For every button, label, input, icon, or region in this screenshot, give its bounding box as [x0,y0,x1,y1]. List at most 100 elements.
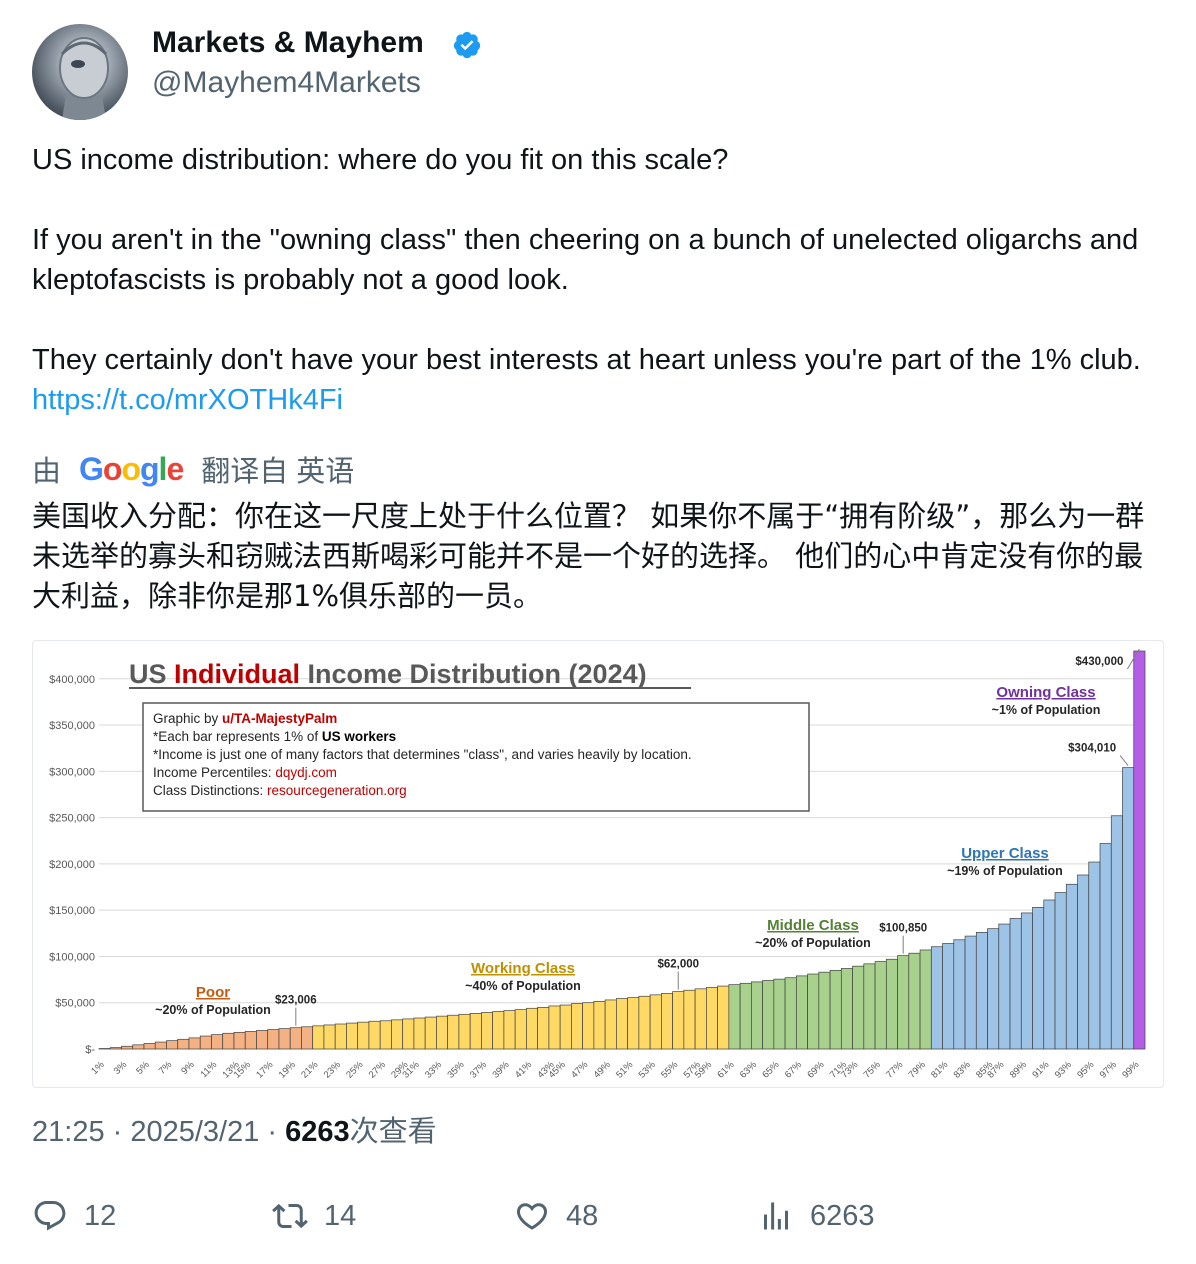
tweet-date[interactable]: 2025/3/21 [130,1116,259,1148]
bar [593,1000,606,1050]
x-tick-label: 21% [299,1059,321,1081]
x-tick-label: 67% [783,1059,805,1081]
info-line: *Each bar represents 1% of US workers [153,729,396,744]
bar [413,1017,426,1050]
info-text: *Income is just one of many factors that… [153,747,692,762]
y-tick-label: $100,000 [49,951,95,963]
bar [211,1034,224,1050]
x-tick-label: 49% [592,1059,614,1081]
retweet-count: 14 [324,1199,357,1232]
bar [998,923,1011,1050]
bar [706,987,718,1050]
bar [829,969,842,1050]
tweet-line-1: US income distribution: where do you fit… [32,144,729,176]
tweet-time[interactable]: 21:25 [32,1116,105,1148]
bar [278,1028,291,1050]
x-tick-label: 81% [929,1059,951,1081]
y-tick-label: $400,000 [49,674,95,686]
bar [233,1031,246,1050]
bar [672,991,685,1050]
bar [368,1020,381,1050]
x-tick-label: 25% [344,1059,366,1081]
class-label: Working Class [471,960,575,977]
bar [458,1013,471,1050]
x-tick-label: 53% [637,1059,659,1081]
info-highlight: US workers [322,729,396,744]
bar [683,989,696,1050]
bar [930,946,943,1050]
bar [514,1009,527,1050]
bar [289,1027,302,1050]
tweet-image[interactable]: $- $50,000 $100,000 $150,000 $200,000 $250,00… [32,640,1164,1088]
y-tick-label: $250,000 [49,813,95,825]
bar [852,965,865,1050]
bar [526,1007,538,1050]
bar [436,1015,449,1050]
tweet-link[interactable]: https://t.co/mrXOTHk4Fi [32,384,343,416]
x-tick-label: 69% [805,1059,827,1081]
bar [661,993,673,1050]
bar [256,1030,269,1050]
bar [199,1035,212,1050]
bar [469,1013,482,1050]
bar [897,955,910,1050]
info-line: Graphic by u/TA-MajestyPalm [153,711,337,726]
x-tick-label: 33% [423,1059,445,1081]
reply-button[interactable]: 12 [32,1196,116,1236]
bar [649,994,662,1050]
retweet-button[interactable]: 14 [272,1196,356,1236]
robot-avatar-icon[interactable] [32,24,128,120]
author-handle[interactable]: @Mayhem4Markets [152,66,421,100]
info-line: Income Percentiles: dqydj.com [153,765,337,780]
bar [177,1038,190,1050]
bar [1009,918,1022,1050]
views-button[interactable]: 6263 [758,1196,875,1236]
bar [807,973,820,1050]
class-label: Upper Class [961,845,1049,862]
x-tick-label: 65% [760,1059,782,1081]
bar [638,995,651,1050]
x-tick-label: 95% [1075,1059,1097,1081]
x-tick-label: 37% [468,1059,490,1081]
bar [840,968,853,1050]
bar [1020,912,1033,1050]
bar [953,939,966,1050]
author-display-name[interactable]: Markets & Mayhem [152,26,424,60]
bar [559,1004,572,1050]
bar [1088,861,1101,1050]
bar [717,985,730,1050]
bar [1065,883,1078,1050]
info-text: Class Distinctions: [153,783,267,798]
like-button[interactable]: 48 [514,1196,598,1236]
bar [987,928,1000,1050]
bar [604,999,617,1050]
bar [447,1014,460,1050]
x-tick-label: 5% [134,1059,152,1077]
meta-separator: · [259,1116,286,1148]
info-text: *Each bar represents 1% of [153,729,322,744]
bar [391,1019,404,1050]
bar [346,1022,359,1050]
bar [301,1026,314,1050]
y-tick-label: $350,000 [49,720,95,732]
x-tick-label: 19% [277,1059,299,1081]
bar [942,943,955,1050]
meta-separator: · [104,1116,131,1148]
class-population-label: ~40% of Population [465,979,581,993]
bar [1077,874,1090,1050]
bar [481,1012,494,1050]
views-count: 6263 [810,1199,875,1232]
info-highlight: resourcegeneration.org [267,783,407,798]
tweet-text: US income distribution: where do you fit… [32,140,1162,420]
x-tick-label: 39% [490,1059,512,1081]
translation-attribution: 由 Google 翻译自 英语 [32,448,354,490]
bar [694,988,707,1050]
x-tick-label: 55% [659,1059,681,1081]
value-annotation: $100,850 [879,923,927,935]
bar [784,977,797,1050]
bar [1099,843,1112,1050]
bar [312,1025,325,1050]
info-highlight: dqydj.com [275,765,337,780]
bar [773,978,786,1050]
x-tick-label: 1% [89,1059,107,1077]
